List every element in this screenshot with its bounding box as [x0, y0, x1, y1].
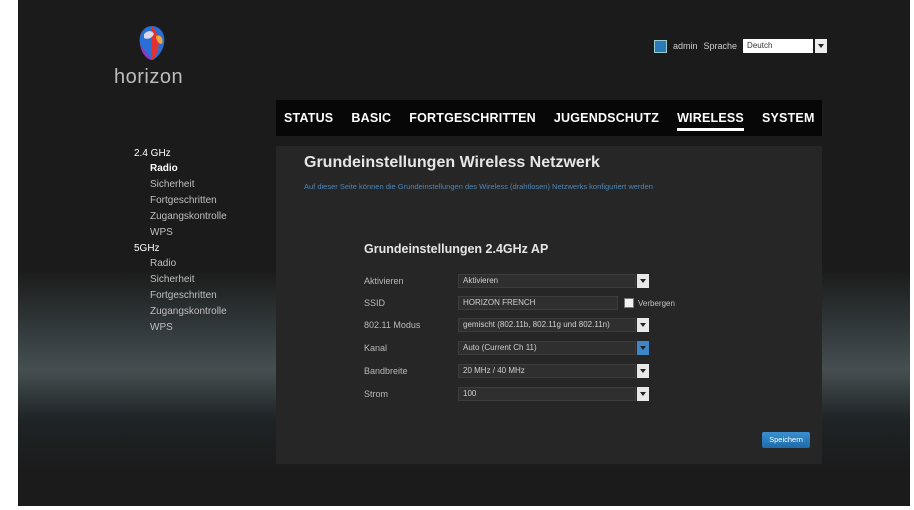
sidebar-item-24-fortgeschritten[interactable]: Fortgeschritten — [134, 195, 227, 206]
nav-wireless[interactable]: WIRELESS — [677, 111, 744, 131]
row-aktivieren: Aktivieren Aktivieren — [364, 274, 649, 288]
sidebar-item-5-sicherheit[interactable]: Sicherheit — [134, 274, 227, 285]
horizon-logo-icon — [139, 26, 165, 60]
aktivieren-select[interactable]: Aktivieren — [458, 274, 649, 288]
strom-select[interactable]: 100 — [458, 387, 649, 401]
top-right-bar: admin Sprache Deutch — [654, 38, 828, 54]
label-kanal: Kanal — [364, 343, 388, 353]
aktivieren-value: Aktivieren — [463, 276, 499, 285]
nav-fortgeschritten[interactable]: FORTGESCHRITTEN — [409, 111, 536, 125]
hide-ssid-checkbox[interactable] — [624, 298, 634, 308]
language-value: Deutch — [747, 41, 773, 50]
bandbreite-value: 20 MHz / 40 MHz — [463, 366, 525, 375]
hide-ssid-label: Verbergen — [638, 298, 675, 308]
sidebar-item-24-wps[interactable]: WPS — [134, 227, 227, 238]
chevron-down-icon[interactable] — [815, 39, 828, 53]
brand-name: horizon — [114, 66, 184, 88]
nav-status[interactable]: STATUS — [284, 111, 333, 125]
sidebar-item-24-zugangskontrolle[interactable]: Zugangskontrolle — [134, 211, 227, 222]
app-frame: horizon admin Sprache Deutch STATUS BASI… — [18, 0, 910, 506]
chevron-down-icon[interactable] — [637, 387, 649, 401]
modus-value: gemischt (802.11b, 802.11g und 802.11n) — [463, 320, 610, 329]
hide-ssid: Verbergen — [624, 298, 675, 308]
horizon-logo: horizon — [114, 20, 194, 90]
page-description: Auf dieser Seite können die Grundeinstel… — [304, 182, 653, 191]
section-title: Grundeinstellungen 2.4GHz AP — [364, 242, 549, 256]
sidebar-group-5ghz[interactable]: 5GHz — [134, 243, 227, 254]
settings-panel: Grundeinstellungen Wireless Netzwerk Auf… — [276, 146, 822, 464]
sidebar-item-24-sicherheit[interactable]: Sicherheit — [134, 179, 227, 190]
strom-value: 100 — [463, 389, 477, 398]
sidebar: 2.4 GHz Radio Sicherheit Fortgeschritten… — [134, 148, 227, 338]
row-modus: 802.11 Modus gemischt (802.11b, 802.11g … — [364, 318, 649, 332]
kanal-select[interactable]: Auto (Current Ch 11) — [458, 341, 649, 355]
language-label: Sprache — [703, 41, 738, 51]
save-button[interactable]: Speichern — [762, 432, 810, 448]
modus-select[interactable]: gemischt (802.11b, 802.11g und 802.11n) — [458, 318, 649, 332]
language-select[interactable]: Deutch — [743, 39, 828, 53]
row-strom: Strom 100 — [364, 387, 649, 401]
chevron-down-icon[interactable] — [637, 341, 649, 355]
label-ssid: SSID — [364, 298, 386, 308]
ssid-value: HORIZON FRENCH — [463, 298, 536, 307]
chevron-down-icon[interactable] — [637, 318, 649, 332]
sidebar-item-5-zugangskontrolle[interactable]: Zugangskontrolle — [134, 306, 227, 317]
username: admin — [673, 41, 698, 51]
row-ssid: SSID HORIZON FRENCH Verbergen — [364, 296, 675, 310]
ssid-input[interactable]: HORIZON FRENCH — [458, 296, 618, 310]
bandbreite-select[interactable]: 20 MHz / 40 MHz — [458, 364, 649, 378]
user-icon[interactable] — [654, 39, 667, 53]
row-bandbreite: Bandbreite 20 MHz / 40 MHz — [364, 364, 649, 378]
kanal-value: Auto (Current Ch 11) — [463, 343, 537, 352]
sidebar-item-24-radio[interactable]: Radio — [134, 163, 227, 174]
chevron-down-icon[interactable] — [637, 364, 649, 378]
label-aktivieren: Aktivieren — [364, 276, 404, 286]
sidebar-item-5-wps[interactable]: WPS — [134, 322, 227, 333]
nav-basic[interactable]: BASIC — [351, 111, 391, 125]
page-title: Grundeinstellungen Wireless Netzwerk — [304, 154, 600, 171]
main-nav: STATUS BASIC FORTGESCHRITTEN JUGENDSCHUT… — [276, 100, 822, 136]
sidebar-item-5-fortgeschritten[interactable]: Fortgeschritten — [134, 290, 227, 301]
label-modus: 802.11 Modus — [364, 320, 421, 330]
nav-system[interactable]: SYSTEM — [762, 111, 815, 125]
label-bandbreite: Bandbreite — [364, 366, 408, 376]
sidebar-item-5-radio[interactable]: Radio — [134, 258, 227, 269]
sidebar-group-24ghz[interactable]: 2.4 GHz — [134, 148, 227, 159]
nav-jugendschutz[interactable]: JUGENDSCHUTZ — [554, 111, 659, 125]
row-kanal: Kanal Auto (Current Ch 11) — [364, 341, 649, 355]
label-strom: Strom — [364, 389, 389, 399]
chevron-down-icon[interactable] — [637, 274, 649, 288]
